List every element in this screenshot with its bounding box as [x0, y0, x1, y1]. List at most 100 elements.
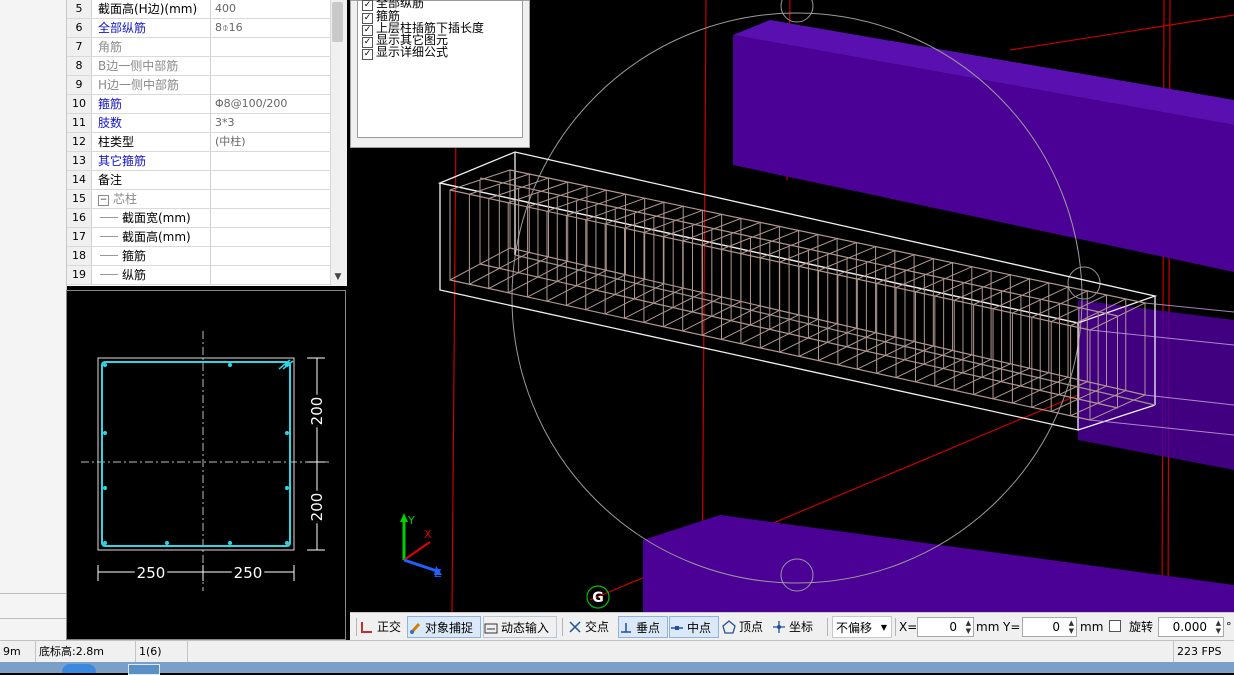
row-number: 18	[67, 247, 92, 265]
row-number: 5	[67, 0, 92, 18]
property-value[interactable]: 400	[211, 0, 331, 18]
left-panel-strip	[0, 0, 67, 640]
property-row[interactable]: 18 箍筋	[67, 247, 331, 266]
property-row[interactable]: 14 备注	[67, 171, 331, 190]
property-value[interactable]	[211, 38, 331, 56]
row-number: 13	[67, 152, 92, 170]
property-value[interactable]	[211, 247, 331, 265]
property-name: 箍筋	[92, 247, 211, 265]
row-number: 10	[67, 95, 92, 113]
coordinate-icon	[773, 621, 785, 633]
dim-right-bottom: 200	[308, 493, 326, 522]
property-grid-scrollbar[interactable]	[330, 0, 347, 286]
property-value[interactable]	[211, 209, 331, 227]
dynamic-input-button[interactable]: 动态输入	[483, 616, 557, 638]
scroll-down-arrow-icon[interactable]: ▼	[331, 272, 345, 284]
row-number: 14	[67, 171, 92, 189]
property-value[interactable]	[211, 228, 331, 246]
property-value[interactable]	[211, 152, 331, 170]
property-name: B边一侧中部筋	[92, 57, 211, 75]
chevron-down-icon: ▼	[880, 623, 887, 632]
object-snap-button[interactable]: 对象捕捉	[407, 616, 481, 638]
perpendicular-snap-button[interactable]: 垂点	[618, 616, 668, 638]
taskbar-start-icon[interactable]	[62, 664, 96, 673]
property-value[interactable]	[211, 57, 331, 75]
property-row[interactable]: 11 肢数 3*3	[67, 114, 331, 133]
property-row[interactable]: 6 全部纵筋 8⌽16	[67, 19, 331, 38]
property-row[interactable]: 16 截面宽(mm)	[67, 209, 331, 228]
status-bar: 9m 底标高:2.8m 1(6) 223 FPS	[0, 640, 1234, 663]
rotate-label: 旋转	[1129, 620, 1154, 634]
column-section-outline	[97, 357, 295, 551]
status-count: 1(6)	[136, 641, 188, 663]
coordinate-snap-button[interactable]: 坐标	[772, 616, 822, 638]
property-row[interactable]: 9 H边一侧中部筋	[67, 76, 331, 95]
spinner-arrows-icon[interactable]: ▲ ▼	[966, 619, 971, 635]
property-row[interactable]: 13 其它箍筋	[67, 152, 331, 171]
property-value[interactable]: 8⌽16	[211, 19, 331, 37]
property-name: 截面宽(mm)	[92, 209, 211, 227]
property-row[interactable]: 17 截面高(mm)	[67, 228, 331, 247]
property-name: − 芯柱	[92, 190, 211, 208]
property-value[interactable]	[211, 76, 331, 94]
property-row[interactable]: 19 纵筋	[67, 266, 331, 285]
spinner-arrows-icon[interactable]: ▲ ▼	[1216, 619, 1221, 635]
x-unit: mm	[976, 620, 1000, 634]
perpendicular-icon	[621, 623, 631, 633]
dim-bottom-right: 250	[234, 564, 263, 582]
y-unit: mm	[1080, 620, 1104, 634]
row-number: 11	[67, 114, 92, 132]
property-value[interactable]	[211, 190, 331, 208]
y-coordinate-input[interactable]: 0 ▲ ▼	[1022, 617, 1077, 637]
property-row[interactable]: 8 B边一侧中部筋	[67, 57, 331, 76]
x-coordinate-input[interactable]: 0 ▲ ▼	[917, 617, 974, 637]
property-name: H边一侧中部筋	[92, 76, 211, 94]
taskbar-app-icon[interactable]	[128, 664, 160, 675]
vertex-snap-button[interactable]: 顶点	[722, 616, 770, 638]
property-name: 截面高(mm)	[92, 228, 211, 246]
option-show-formula[interactable]: ✓ 显示详细公式	[362, 46, 448, 60]
property-name: 柱类型	[92, 133, 211, 151]
property-value[interactable]: 3*3	[211, 114, 331, 132]
property-row[interactable]: 12 柱类型 (中柱)	[67, 133, 331, 152]
status-fps: 223 FPS	[1177, 645, 1222, 658]
midpoint-snap-button[interactable]: 中点	[669, 616, 719, 638]
property-value[interactable]: (中柱)	[211, 133, 331, 151]
property-row[interactable]: 5 截面高(H边)(mm) 400	[67, 0, 331, 19]
ortho-button[interactable]: 正交	[360, 616, 406, 638]
checkbox-checked-icon[interactable]: ✓	[362, 49, 373, 60]
rotate-input[interactable]: 0.000 ▲ ▼	[1158, 617, 1224, 637]
property-grid: 5 截面高(H边)(mm) 400 6 全部纵筋 8⌽16 7 角筋 8 B边一侧中部筋 9 H边一侧…	[66, 0, 347, 286]
rotate-checkbox[interactable]	[1109, 616, 1123, 638]
grid-marker-label: G	[592, 590, 604, 606]
dynamic-input-icon	[484, 623, 498, 634]
property-name: 纵筋	[92, 266, 211, 284]
row-number: 6	[67, 19, 92, 37]
intersection-snap-button[interactable]: 交点	[568, 616, 616, 638]
dim-right-top: 200	[308, 397, 326, 426]
row-number: 17	[67, 228, 92, 246]
status-floor-height: 9m	[0, 641, 36, 663]
property-row[interactable]: 15− 芯柱	[67, 190, 331, 209]
section-preview: 200 200 250 250	[66, 290, 346, 640]
scrollbar-thumb[interactable]	[332, 2, 343, 42]
row-number: 16	[67, 209, 92, 227]
property-name: 箍筋	[92, 95, 211, 113]
property-value[interactable]	[211, 171, 331, 189]
axis-x-label: X	[424, 528, 432, 541]
panel-divider	[0, 618, 66, 619]
rebar-dots	[103, 363, 289, 545]
property-value[interactable]: Φ8@100/200	[211, 95, 331, 113]
collapse-icon[interactable]: −	[98, 195, 109, 206]
property-name: 角筋	[92, 38, 211, 56]
option-all-longitudinal[interactable]: ✓ 全部纵筋	[362, 0, 424, 11]
property-value[interactable]	[211, 266, 331, 284]
property-row[interactable]: 10 箍筋 Φ8@100/200	[67, 95, 331, 114]
status-bottom-elevation: 底标高:2.8m	[36, 641, 136, 663]
property-row[interactable]: 7 角筋	[67, 38, 331, 57]
vertex-icon	[722, 620, 736, 634]
row-number: 8	[67, 57, 92, 75]
spinner-arrows-icon[interactable]: ▲ ▼	[1069, 619, 1074, 635]
property-name: 其它箍筋	[92, 152, 211, 170]
offset-select[interactable]: 不偏移 ▼	[832, 616, 892, 638]
